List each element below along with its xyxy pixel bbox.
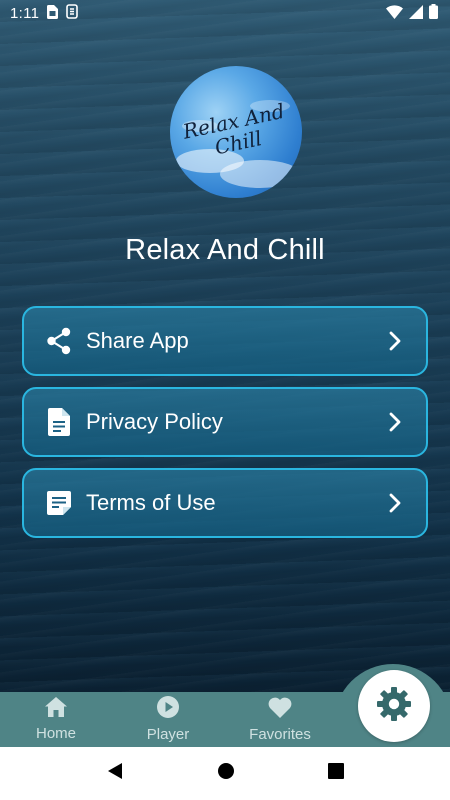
system-navigation-bar	[0, 747, 450, 800]
terms-of-use-button[interactable]: Terms of Use	[22, 468, 428, 538]
app-screen: 1:11 Relax And Chill Relax And Chill Sha…	[0, 0, 450, 800]
nav-home[interactable]: Home	[0, 692, 112, 747]
wifi-icon	[386, 4, 403, 22]
chevron-right-icon	[384, 330, 406, 352]
sync-icon	[66, 4, 79, 22]
nav-settings-button[interactable]	[358, 670, 430, 742]
status-right	[386, 4, 438, 22]
nav-player-label: Player	[146, 726, 190, 743]
note-icon	[44, 488, 74, 518]
back-icon[interactable]	[106, 762, 124, 785]
nav-favorites-label: Favorites	[249, 725, 311, 743]
home-circle-icon[interactable]	[217, 762, 235, 785]
heart-icon	[268, 697, 292, 723]
chevron-right-icon	[384, 492, 406, 514]
signal-icon	[409, 4, 423, 22]
settings-icon	[376, 686, 412, 727]
terms-of-use-label: Terms of Use	[86, 490, 216, 515]
battery-icon	[429, 4, 438, 22]
play-circle-icon	[157, 696, 179, 723]
status-time: 1:11	[10, 4, 40, 22]
nav-favorites[interactable]: Favorites	[224, 692, 336, 747]
document-icon	[44, 407, 74, 437]
nav-player[interactable]: Player	[112, 692, 224, 747]
status-left: 1:11	[10, 4, 79, 22]
chevron-right-icon	[384, 411, 406, 433]
app-title: Relax And Chill	[125, 234, 325, 266]
home-icon	[45, 697, 67, 722]
share-icon	[44, 326, 74, 356]
app-logo: Relax And Chill	[170, 66, 302, 198]
recents-icon[interactable]	[327, 763, 344, 784]
privacy-policy-label: Privacy Policy	[86, 409, 223, 434]
privacy-policy-button[interactable]: Privacy Policy	[22, 387, 428, 457]
status-bar: 1:11	[0, 0, 450, 26]
nav-home-label: Home	[35, 725, 76, 742]
share-app-button[interactable]: Share App	[22, 306, 428, 376]
sim-card-icon	[47, 4, 59, 22]
share-app-label: Share App	[86, 328, 189, 353]
logo-text: Relax And Chill	[170, 66, 302, 198]
